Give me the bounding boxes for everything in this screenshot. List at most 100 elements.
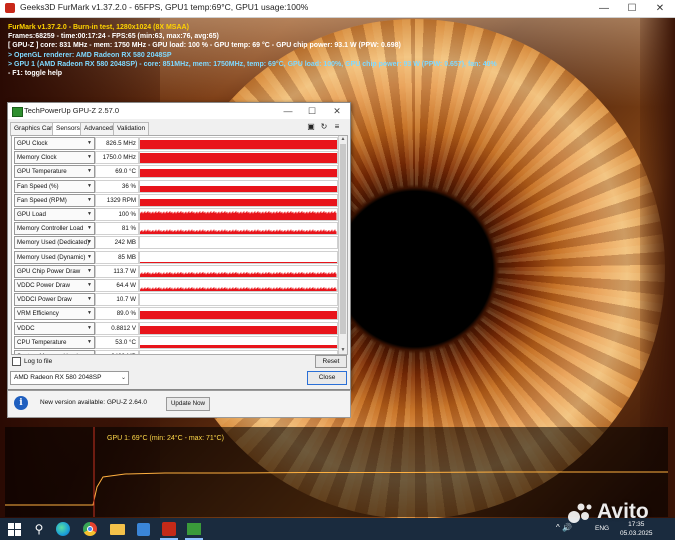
sensor-name[interactable]: VDDCI Power Draw ▼	[14, 293, 95, 307]
file-explorer-icon[interactable]	[110, 524, 125, 535]
tab-validation[interactable]: Validation	[113, 122, 150, 136]
clock-date: 05.03.2025	[620, 530, 653, 537]
sensor-value: 0.8812 V	[95, 321, 139, 335]
sensor-value: 69.0 °C	[95, 165, 139, 179]
gpuz-close-button[interactable]: ✕	[325, 103, 349, 119]
sensor-row: GPU Clock ▼ 826.5 MHz	[12, 136, 347, 150]
sensor-name[interactable]: GPU Chip Power Draw ▼	[14, 264, 95, 278]
osd-line-title: FurMark v1.37.2.0 - Burn-in test, 1280x1…	[8, 24, 189, 31]
sensor-name-label: VDDCI Power Draw	[17, 296, 72, 304]
chrome-icon[interactable]	[83, 522, 97, 536]
sensor-graph-fill	[140, 325, 337, 334]
gpuz-window-title: TechPowerUp GPU-Z 2.57.0	[24, 106, 120, 115]
reset-button[interactable]: Reset	[315, 355, 347, 368]
maximize-button[interactable]: ☐	[618, 0, 646, 17]
osd-line-gpuz: [ GPU-Z ] core: 831 MHz - mem: 1750 MHz …	[8, 42, 401, 50]
chevron-down-icon: ▼	[87, 338, 92, 345]
menu-icon[interactable]: ≡	[332, 122, 342, 132]
chevron-down-icon: ▼	[87, 154, 92, 161]
sensor-name-label: VRM Efficiency	[17, 310, 59, 318]
sensor-name[interactable]: Memory Controller Load ▼	[14, 222, 95, 236]
language-indicator[interactable]: ENG	[595, 525, 609, 532]
log-to-file[interactable]: Log to file	[12, 357, 52, 366]
gpuz-icon[interactable]	[187, 523, 201, 535]
sensor-graph	[139, 307, 338, 321]
gpuz-minimize-button[interactable]: —	[276, 103, 300, 119]
sensor-value: 53.0 °C	[95, 335, 139, 349]
scroll-down-arrow[interactable]: ▼	[339, 347, 347, 354]
sensor-name[interactable]: Fan Speed (%) ▼	[14, 179, 95, 193]
sensor-name[interactable]: System Memory Used ▼	[14, 350, 95, 354]
sensor-name[interactable]: GPU Load ▼	[14, 208, 95, 221]
sensor-graph-bars	[140, 211, 337, 220]
sensor-value: 242 MB	[95, 236, 139, 250]
sensor-row: VDDC Power Draw ▼ 64.4 W	[12, 278, 347, 292]
sensor-row: Memory Controller Load ▼ 81 %	[12, 221, 347, 236]
furmark-osd: FurMark v1.37.2.0 - Burn-in test, 1280x1…	[8, 23, 497, 78]
chevron-down-icon: ▼	[87, 168, 92, 175]
sensor-name[interactable]: Fan Speed (RPM) ▼	[14, 193, 95, 207]
sensor-row: VDDC ▼ 0.8812 V	[12, 321, 347, 335]
sensor-name[interactable]: VDDC Power Draw ▼	[14, 279, 95, 292]
sensor-name-label: GPU Load	[17, 211, 46, 218]
update-notification: i New version available: GPU-Z 2.64.0 Up…	[7, 390, 351, 418]
sensor-row: Memory Clock ▼ 1750.0 MHz	[12, 150, 347, 165]
scroll-thumb[interactable]	[340, 144, 346, 334]
sensor-row: GPU Load ▼ 100 %	[12, 207, 347, 221]
sensor-name-label: GPU Chip Power Draw	[17, 267, 81, 275]
sensor-name-label: GPU Clock	[17, 140, 48, 147]
sensor-graph-fill	[140, 304, 337, 306]
sensor-graph-fill	[140, 169, 337, 178]
close-button[interactable]: ✕	[646, 0, 674, 17]
sensor-value: 100 %	[95, 208, 139, 221]
sensor-value: 3420 MB	[95, 350, 139, 354]
sensor-name[interactable]: Memory Used (Dynamic) ▼	[14, 250, 95, 264]
sensor-graph-fill	[140, 344, 337, 348]
search-icon[interactable]: ⚲	[31, 521, 47, 537]
gpuz-maximize-button[interactable]: ☐	[300, 103, 324, 119]
sensor-row: VDDCI Power Draw ▼ 10.7 W	[12, 292, 347, 307]
system-tray[interactable]: ^ 🔊	[556, 523, 572, 532]
chevron-down-icon: ▼	[87, 296, 92, 303]
store-icon[interactable]	[137, 523, 150, 536]
refresh-icon[interactable]: ↻	[319, 122, 329, 132]
edge-icon[interactable]	[56, 522, 70, 536]
sensor-name-label: CPU Temperature	[17, 338, 67, 346]
sensor-name[interactable]: GPU Clock ▼	[14, 137, 95, 150]
minimize-button[interactable]: —	[590, 0, 618, 17]
sensor-row: Memory Used (Dedicated) ▼ 242 MB	[12, 235, 347, 250]
sensor-graph	[139, 193, 338, 207]
furmark-icon[interactable]	[162, 522, 176, 536]
sensor-name-label: Memory Used (Dynamic)	[17, 253, 86, 261]
sensor-name[interactable]: GPU Temperature ▼	[14, 165, 95, 179]
tab-advanced[interactable]: Advanced	[80, 122, 117, 136]
sensor-graph	[139, 335, 338, 349]
update-now-button[interactable]: Update Now	[166, 397, 210, 411]
chevron-down-icon: ▼	[87, 282, 92, 288]
chevron-down-icon: ▼	[87, 324, 92, 331]
sensor-name[interactable]: Memory Clock ▼	[14, 151, 95, 165]
log-to-file-checkbox[interactable]	[12, 357, 21, 366]
sensor-row: GPU Chip Power Draw ▼ 113.7 W	[12, 264, 347, 278]
gpuz-close-dialog-button[interactable]: Close	[307, 371, 347, 385]
scroll-up-arrow[interactable]: ▲	[339, 136, 347, 143]
sensor-graph	[139, 179, 338, 193]
sensor-name-label: VDDC Power Draw	[17, 282, 70, 289]
sensor-name-label: VDDC	[17, 324, 35, 332]
start-icon[interactable]	[7, 521, 23, 537]
gpu-select[interactable]: AMD Radeon RX 580 2048SP ⌄	[10, 371, 129, 385]
chevron-down-icon: ▼	[87, 182, 92, 189]
osd-line-frames: Frames:68259 - time:00:17:24 - FPS:65 (m…	[8, 33, 219, 41]
furmark-app-icon	[5, 3, 15, 13]
sensor-graph	[139, 222, 338, 236]
gpu-select-value: AMD Radeon RX 580 2048SP	[14, 374, 102, 381]
sensors-scrollbar[interactable]: ▲ ▼	[338, 136, 347, 354]
sensor-name[interactable]: VDDC ▼	[14, 321, 95, 335]
sensor-name[interactable]: CPU Temperature ▼	[14, 335, 95, 349]
sensor-name-label: Memory Used (Dedicated)	[17, 239, 90, 247]
sensors-panel: GPU Clock ▼ 826.5 MHz Memory Clock ▼ 1750.0 M…	[11, 135, 348, 355]
sensor-value: 89.0 %	[95, 307, 139, 321]
sensor-name[interactable]: Memory Used (Dedicated) ▼	[14, 236, 95, 250]
camera-icon[interactable]: ▣	[306, 122, 316, 132]
sensor-name[interactable]: VRM Efficiency ▼	[14, 307, 95, 321]
